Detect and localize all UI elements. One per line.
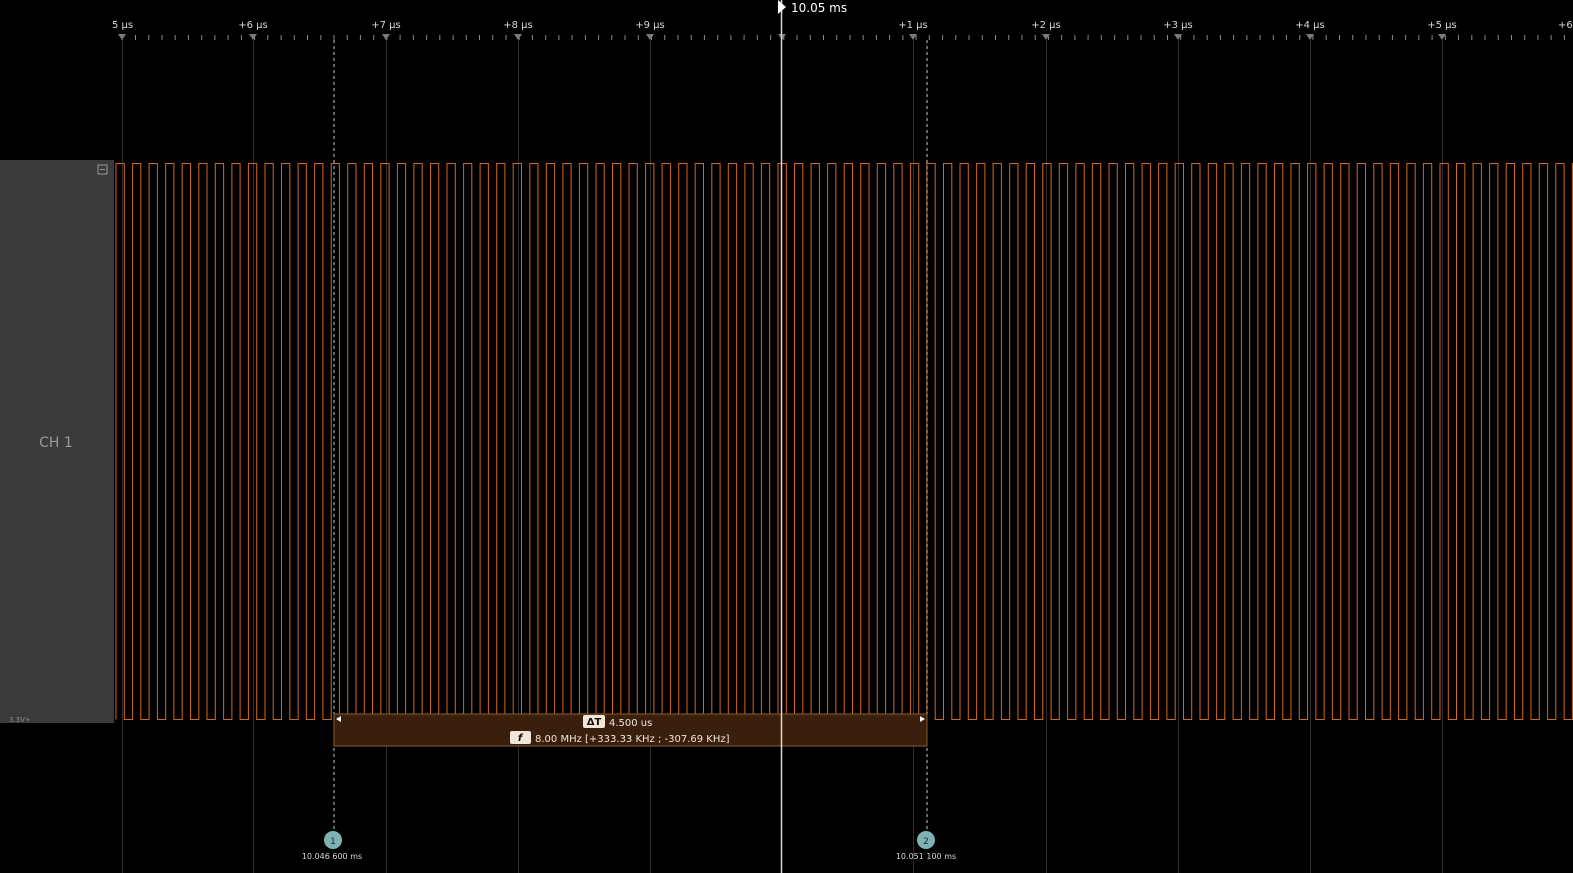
tick-label: +6: [1558, 20, 1573, 31]
waveform-viewer[interactable]: 5 µs +6 µs +7 µs +8 µs +9 µs +1 µs +2 µs…: [0, 0, 1573, 873]
measurement-box[interactable]: ΔT 4.500 us f 8.00 MHz [+333.33 KHz ; -3…: [333, 713, 928, 747]
cursor-time-label: 10.05 ms: [791, 1, 847, 15]
marker-2-time: 10.051 100 ms: [896, 852, 956, 861]
tick-label: +5 µs: [1427, 20, 1457, 31]
marker-1-number: 1: [330, 837, 336, 847]
voltage-label: 3.3V+: [9, 716, 31, 724]
delta-t-value: 4.500 us: [609, 718, 652, 729]
delta-t-badge-label: ΔT: [587, 717, 602, 728]
tick-label: +3 µs: [1163, 20, 1193, 31]
tick-label: +8 µs: [503, 20, 533, 31]
tick-label: +7 µs: [371, 20, 401, 31]
tick-label: 5 µs: [112, 20, 133, 31]
tick-label: +9 µs: [635, 20, 665, 31]
marker-1-time: 10.046 600 ms: [302, 852, 362, 861]
channel-panel[interactable]: CH 1 3.3V+: [0, 160, 114, 724]
tick-label: +1 µs: [898, 20, 928, 31]
tick-label: +6 µs: [238, 20, 268, 31]
tick-label: +2 µs: [1031, 20, 1061, 31]
frequency-value: 8.00 MHz [+333.33 KHz ; -307.69 KHz]: [535, 734, 730, 745]
marker-2-number: 2: [923, 837, 929, 847]
channel-name: CH 1: [39, 435, 73, 451]
tick-label: +4 µs: [1295, 20, 1325, 31]
